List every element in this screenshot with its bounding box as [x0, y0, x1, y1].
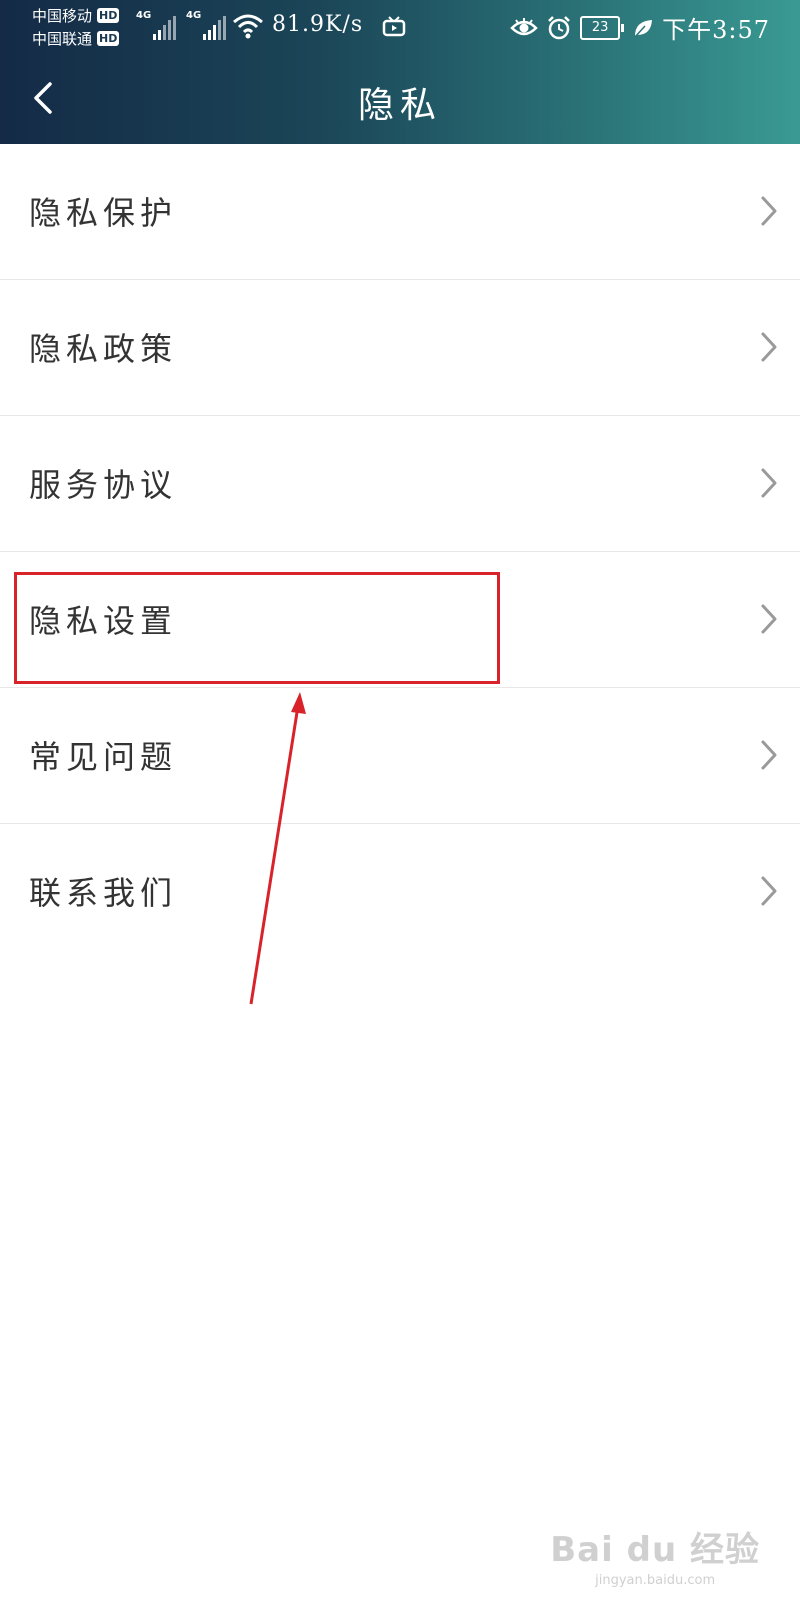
list-item-label: 常见问题 [29, 738, 178, 776]
hd-badge: HD [97, 8, 120, 23]
list-item-privacy-settings[interactable]: 隐私设置 [0, 552, 800, 688]
watermark-logo: Bai du 经验 [550, 1530, 760, 1570]
alarm-icon [548, 15, 570, 39]
eye-icon [510, 17, 538, 35]
battery-indicator: 23 [580, 15, 625, 40]
list-item-label: 服务协议 [29, 466, 178, 504]
status-time: 下午3:57 [662, 16, 770, 44]
list-item-label: 隐私政策 [29, 330, 178, 368]
watermark-url: jingyan.baidu.com [595, 1573, 716, 1588]
signal-strength-icon: 4G [136, 10, 178, 40]
signal-strength-icon: 4G [186, 10, 228, 40]
list-item-label: 隐私设置 [29, 602, 178, 640]
carrier-2-label: 中国联通 [32, 29, 93, 48]
settings-list: 隐私保护 隐私政策 服务协议 隐私设置 常见问题 联系我们 [0, 144, 800, 959]
baidu-jingyan-watermark: Bai du 经验 jingyan.baidu.com [550, 1522, 760, 1588]
chevron-right-icon [761, 196, 777, 226]
list-item-privacy-protection[interactable]: 隐私保护 [0, 144, 800, 280]
chevron-right-icon [761, 740, 777, 770]
chevron-right-icon [761, 876, 777, 906]
status-bar: 中国移动 HD 中国联通 HD 4G 4G 81.9K/s 23 下午3:57 [0, 0, 800, 54]
hd-badge: HD [97, 31, 120, 46]
status-indicators: 23 下午3:57 [502, 10, 770, 45]
tv-icon [382, 16, 406, 37]
network-speed: 81.9K/s [272, 12, 364, 37]
list-item-privacy-policy[interactable]: 隐私政策 [0, 280, 800, 416]
carrier-1-label: 中国移动 [32, 6, 93, 25]
chevron-right-icon [761, 332, 777, 362]
page-title: 隐私 [357, 85, 442, 126]
carrier-info: 中国移动 HD 中国联通 HD [32, 4, 120, 50]
network-type-label: 4G [186, 10, 202, 21]
title-bar: 隐私 [0, 54, 800, 144]
list-item-service-agreement[interactable]: 服务协议 [0, 416, 800, 552]
list-item-label: 隐私保护 [29, 194, 178, 232]
list-item-label: 联系我们 [29, 874, 178, 912]
list-item-faq[interactable]: 常见问题 [0, 688, 800, 824]
chevron-right-icon [761, 468, 777, 498]
network-type-label: 4G [136, 10, 152, 21]
wifi-icon [233, 14, 263, 39]
list-item-contact-us[interactable]: 联系我们 [0, 824, 800, 959]
chevron-right-icon [761, 604, 777, 634]
leaf-icon [634, 19, 653, 38]
